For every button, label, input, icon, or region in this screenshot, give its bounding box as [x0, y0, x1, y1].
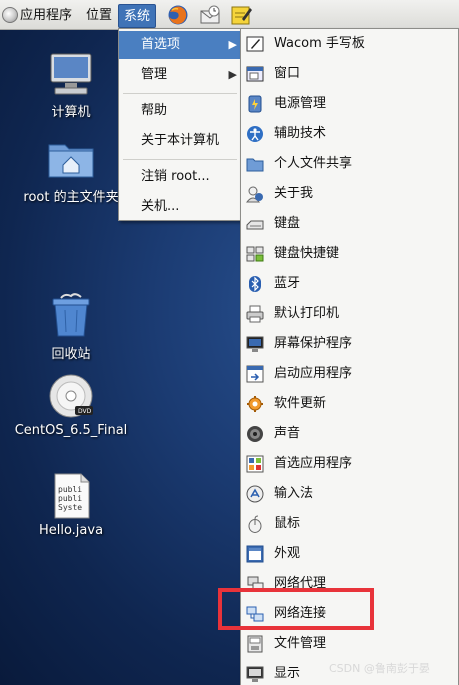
pref-item-windows[interactable]: 窗口 [241, 59, 458, 89]
pref-item-default-printer[interactable]: 默认打印机 [241, 299, 458, 329]
menu-item-administration[interactable]: 管理 ▶ [119, 61, 241, 89]
menu-separator [123, 159, 237, 160]
menu-item-logout[interactable]: 注销 root... [119, 163, 241, 191]
places-menu[interactable]: 位置 [82, 5, 116, 27]
software-update-icon [246, 395, 264, 413]
startup-icon [246, 365, 264, 383]
pref-item-appearance[interactable]: 外观 [241, 539, 458, 569]
preferences-submenu: Wacom 手写板 窗口 电源管理 辅助技术 个人文件共享 关于我 键盘 键盘快… [240, 28, 459, 685]
desktop-icon-trash[interactable]: 回收站 [1, 292, 141, 362]
pref-item-file-sharing[interactable]: 个人文件共享 [241, 149, 458, 179]
watermark: CSDN @鲁南彭于晏 [329, 662, 430, 675]
pref-item-mouse[interactable]: 鼠标 [241, 509, 458, 539]
menu-item-about-computer[interactable]: 关于本计算机 [119, 127, 241, 155]
computer-icon [45, 50, 97, 98]
system-dropdown-menu: 首选项 ▶ 管理 ▶ 帮助 关于本计算机 注销 root... 关机... [118, 28, 242, 221]
about-me-icon [245, 185, 264, 203]
dvd-icon: DVD [45, 372, 97, 420]
svg-text:publi: publi [58, 494, 82, 503]
highlight-box-network-connections [218, 588, 374, 630]
svg-text:Syste: Syste [58, 503, 82, 512]
desktop-icon-dvd[interactable]: DVD CentOS_6.5_Final [1, 372, 141, 438]
desktop-icon-hello-java[interactable]: publi publi Syste Hello.java [1, 472, 141, 538]
pref-item-wacom[interactable]: Wacom 手写板 [241, 29, 458, 59]
input-method-icon [246, 485, 264, 503]
svg-text:publi: publi [58, 485, 82, 494]
preferred-apps-icon [246, 455, 264, 473]
pref-item-input-method[interactable]: 输入法 [241, 479, 458, 509]
menu-separator [123, 93, 237, 94]
pref-item-accessibility[interactable]: 辅助技术 [241, 119, 458, 149]
sound-icon [246, 425, 264, 443]
keyboard-shortcuts-icon [246, 245, 264, 263]
appearance-icon [246, 545, 264, 563]
pref-item-software-update[interactable]: 软件更新 [241, 389, 458, 419]
pref-item-bluetooth[interactable]: 蓝牙 [241, 269, 458, 299]
home-folder-icon [45, 135, 97, 183]
folder-share-icon [246, 155, 264, 173]
pref-item-power[interactable]: 电源管理 [241, 89, 458, 119]
system-menu[interactable]: 系统 [118, 4, 157, 28]
screensaver-icon [246, 335, 264, 353]
printer-icon [246, 305, 264, 323]
text-file-icon: publi publi Syste [45, 472, 97, 520]
menu-item-preferences[interactable]: 首选项 ▶ [119, 31, 241, 59]
pref-item-startup-apps[interactable]: 启动应用程序 [241, 359, 458, 389]
firefox-icon[interactable] [166, 4, 190, 26]
svg-text:DVD: DVD [78, 408, 92, 415]
file-management-icon [246, 635, 264, 653]
mail-icon[interactable] [198, 4, 222, 26]
menu-item-help[interactable]: 帮助 [119, 97, 241, 125]
menu-item-shutdown[interactable]: 关机... [119, 193, 241, 221]
pref-item-keyboard-shortcuts[interactable]: 键盘快捷键 [241, 239, 458, 269]
pref-item-file-management[interactable]: 文件管理 [241, 629, 458, 659]
trash-icon [45, 292, 97, 340]
power-icon [246, 95, 264, 113]
pref-item-screensaver[interactable]: 屏幕保护程序 [241, 329, 458, 359]
applications-menu[interactable]: 应用程序 [16, 5, 76, 27]
display-icon [246, 665, 264, 683]
note-icon[interactable] [229, 4, 253, 26]
pref-item-preferred-apps[interactable]: 首选应用程序 [241, 449, 458, 479]
mouse-icon [246, 515, 264, 533]
pref-item-keyboard[interactable]: 键盘 [241, 209, 458, 239]
chevron-right-icon: ▶ [228, 68, 237, 81]
keyboard-icon [246, 215, 264, 233]
chevron-right-icon: ▶ [228, 38, 237, 51]
tablet-icon [246, 35, 264, 53]
bluetooth-icon [246, 275, 264, 293]
pref-item-sound[interactable]: 声音 [241, 419, 458, 449]
window-icon [246, 65, 264, 83]
accessibility-icon [246, 125, 264, 143]
top-panel: 应用程序 位置 系统 [0, 0, 459, 30]
pref-item-about-me[interactable]: 关于我 [241, 179, 458, 209]
